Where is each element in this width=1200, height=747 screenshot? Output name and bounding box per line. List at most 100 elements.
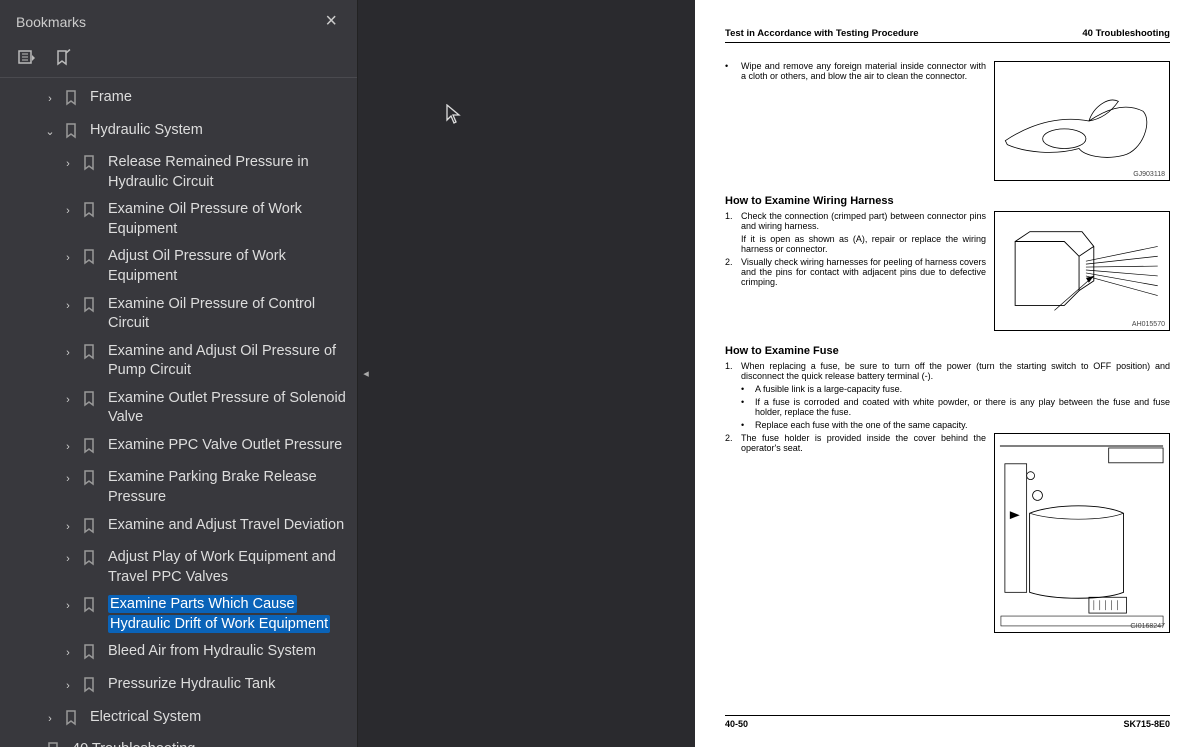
- bookmark-ribbon-icon: [82, 202, 100, 225]
- bookmark-label: Release Remained Pressure in Hydraulic C…: [108, 153, 347, 192]
- close-icon[interactable]: ×: [321, 10, 341, 33]
- header-right: 40 Troubleshooting: [1082, 28, 1170, 39]
- content-block-wipe: •Wipe and remove any foreign material in…: [725, 61, 1170, 181]
- chevron-right-icon[interactable]: ›: [60, 393, 76, 408]
- bookmark-tree[interactable]: › Frame ⌄ Hydraulic System › Release Remained…: [0, 78, 357, 747]
- page-footer: 40-50 SK715-8E0: [725, 715, 1170, 729]
- chevron-right-icon[interactable]: ›: [60, 520, 76, 535]
- bookmark-item-release[interactable]: › Release Remained Pressure in Hydraulic …: [4, 149, 353, 196]
- sidebar-toolbar: [0, 41, 357, 78]
- bookmark-ribbon-icon: [82, 391, 100, 414]
- sec2-n2: The fuse holder is provided inside the c…: [741, 433, 986, 453]
- bookmark-ribbon-icon: [82, 644, 100, 667]
- bookmark-item-frame[interactable]: › Frame: [4, 84, 353, 117]
- sec2-n1: When replacing a fuse, be sure to turn o…: [741, 361, 1170, 381]
- bookmark-label: Examine and Adjust Travel Deviation: [108, 516, 347, 536]
- sec1-n1b: If it is open as shown as (A), repair or…: [741, 234, 986, 254]
- bookmark-ribbon-icon: [82, 550, 100, 573]
- chevron-right-icon[interactable]: ›: [60, 679, 76, 694]
- bookmark-item-exam-parking[interactable]: › Examine Parking Brake Release Pressure: [4, 464, 353, 511]
- bookmark-item-adjust-play[interactable]: › Adjust Play of Work Equipment and Trave…: [4, 544, 353, 591]
- bookmark-item-exam-travel[interactable]: › Examine and Adjust Travel Deviation: [4, 512, 353, 545]
- chevron-right-icon[interactable]: ›: [60, 599, 76, 614]
- bookmark-label: Adjust Play of Work Equipment and Travel…: [108, 548, 347, 587]
- bookmark-ribbon-icon: [64, 710, 82, 733]
- page-header: Test in Accordance with Testing Procedur…: [725, 28, 1170, 43]
- figure-connector-clean: GJ903118: [994, 61, 1170, 181]
- bookmark-label: Electrical System: [90, 708, 347, 728]
- footer-left: 40-50: [725, 719, 748, 729]
- bookmark-item-exam-drift[interactable]: › Examine Parts Which Cause Hydraulic Dri…: [4, 591, 353, 638]
- sec2-b1: A fusible link is a large-capacity fuse.: [755, 384, 902, 394]
- bookmark-ribbon-icon: [82, 344, 100, 367]
- bookmark-label: Pressurize Hydraulic Tank: [108, 675, 347, 695]
- bookmark-ribbon-icon: [82, 438, 100, 461]
- bookmark-ribbon-icon: [82, 297, 100, 320]
- content-block-fuse: 2.The fuse holder is provided inside the…: [725, 433, 1170, 633]
- intro-bullet: Wipe and remove any foreign material ins…: [741, 61, 986, 81]
- bookmark-label: Hydraulic System: [90, 121, 347, 141]
- bookmark-item-adjust-oil-work[interactable]: › Adjust Oil Pressure of Work Equipment: [4, 243, 353, 290]
- bookmark-label: Examine and Adjust Oil Pressure of Pump …: [108, 342, 347, 381]
- chevron-right-icon[interactable]: ›: [42, 712, 58, 727]
- chevron-right-icon[interactable]: ›: [60, 646, 76, 661]
- bookmark-label: 40 Troubleshooting: [72, 740, 347, 747]
- sec2-b2: If a fuse is corroded and coated with wh…: [755, 397, 1170, 417]
- figure-fuse-location: GI0168247: [994, 433, 1170, 633]
- bookmark-label: Examine PPC Valve Outlet Pressure: [108, 436, 347, 456]
- bookmark-ribbon-icon: [46, 742, 64, 747]
- bookmark-item-pressurize[interactable]: › Pressurize Hydraulic Tank: [4, 671, 353, 704]
- chevron-right-icon[interactable]: ›: [42, 92, 58, 107]
- bookmark-label: Examine Parts Which Cause Hydraulic Drif…: [108, 595, 347, 634]
- section-title-fuse: How to Examine Fuse: [725, 345, 1170, 357]
- bookmark-item-exam-oil-work[interactable]: › Examine Oil Pressure of Work Equipment: [4, 196, 353, 243]
- chevron-right-icon[interactable]: ›: [60, 157, 76, 172]
- sidebar-collapse-handle[interactable]: ◂: [358, 346, 374, 402]
- current-bookmark-icon[interactable]: [54, 49, 72, 67]
- bookmark-ribbon-icon: [82, 518, 100, 541]
- bookmark-ribbon-icon: [64, 90, 82, 113]
- chevron-right-icon[interactable]: ›: [60, 251, 76, 266]
- footer-right: SK715-8E0: [1123, 719, 1170, 729]
- chevron-right-icon[interactable]: ›: [60, 204, 76, 219]
- sidebar-header: Bookmarks ×: [0, 0, 357, 41]
- bookmarks-panel: Bookmarks × › Frame ⌄ Hydraulic System › Rele…: [0, 0, 358, 747]
- bookmark-item-electrical[interactable]: › Electrical System: [4, 704, 353, 737]
- bookmark-label: Examine Oil Pressure of Control Circuit: [108, 295, 347, 334]
- bookmark-label: Adjust Oil Pressure of Work Equipment: [108, 247, 347, 286]
- chevron-right-icon[interactable]: ›: [60, 472, 76, 487]
- bookmark-ribbon-icon: [82, 470, 100, 493]
- chevron-right-icon[interactable]: ›: [60, 299, 76, 314]
- cursor-icon: [445, 104, 463, 131]
- bookmark-ribbon-icon: [82, 249, 100, 272]
- bookmark-item-troubleshoot[interactable]: ›40 Troubleshooting: [4, 736, 353, 747]
- sec1-n2: Visually check wiring harnesses for peel…: [741, 257, 986, 287]
- bookmark-item-hydraulic[interactable]: ⌄ Hydraulic System: [4, 117, 353, 150]
- sec2-b3: Replace each fuse with the one of the sa…: [755, 420, 967, 430]
- bookmark-item-exam-outlet[interactable]: › Examine Outlet Pressure of Solenoid Val…: [4, 385, 353, 432]
- document-viewport[interactable]: Test in Accordance with Testing Procedur…: [358, 0, 1200, 747]
- bookmark-ribbon-icon: [82, 677, 100, 700]
- bookmark-item-bleed[interactable]: ›Bleed Air from Hydraulic System: [4, 638, 353, 671]
- outline-options-icon[interactable]: [18, 49, 36, 67]
- document-page: Test in Accordance with Testing Procedur…: [695, 0, 1200, 747]
- chevron-down-icon[interactable]: ⌄: [42, 125, 58, 140]
- sec1-n1a: Check the connection (crimped part) betw…: [741, 211, 986, 231]
- content-block-fuse-text: 1.When replacing a fuse, be sure to turn…: [725, 361, 1170, 430]
- bookmark-item-exam-adj-pump[interactable]: › Examine and Adjust Oil Pressure of Pump…: [4, 338, 353, 385]
- figure-label-1: GJ903118: [1133, 171, 1165, 178]
- bookmark-item-exam-oil-ctrl[interactable]: › Examine Oil Pressure of Control Circuit: [4, 291, 353, 338]
- bookmark-label: Examine Parking Brake Release Pressure: [108, 468, 347, 507]
- chevron-right-icon[interactable]: ›: [60, 346, 76, 361]
- bookmark-label: Examine Outlet Pressure of Solenoid Valv…: [108, 389, 347, 428]
- bookmark-item-exam-ppc[interactable]: › Examine PPC Valve Outlet Pressure: [4, 432, 353, 465]
- chevron-right-icon[interactable]: ›: [60, 440, 76, 455]
- figure-label-2: AH015570: [1132, 321, 1165, 328]
- bookmark-label: Examine Oil Pressure of Work Equipment: [108, 200, 347, 239]
- bookmark-ribbon-icon: [64, 123, 82, 146]
- bookmark-label: Frame: [90, 88, 347, 108]
- chevron-right-icon[interactable]: ›: [60, 552, 76, 567]
- bookmark-ribbon-icon: [82, 155, 100, 178]
- content-block-wiring: 1.Check the connection (crimped part) be…: [725, 211, 1170, 331]
- figure-wiring-harness: AH015570: [994, 211, 1170, 331]
